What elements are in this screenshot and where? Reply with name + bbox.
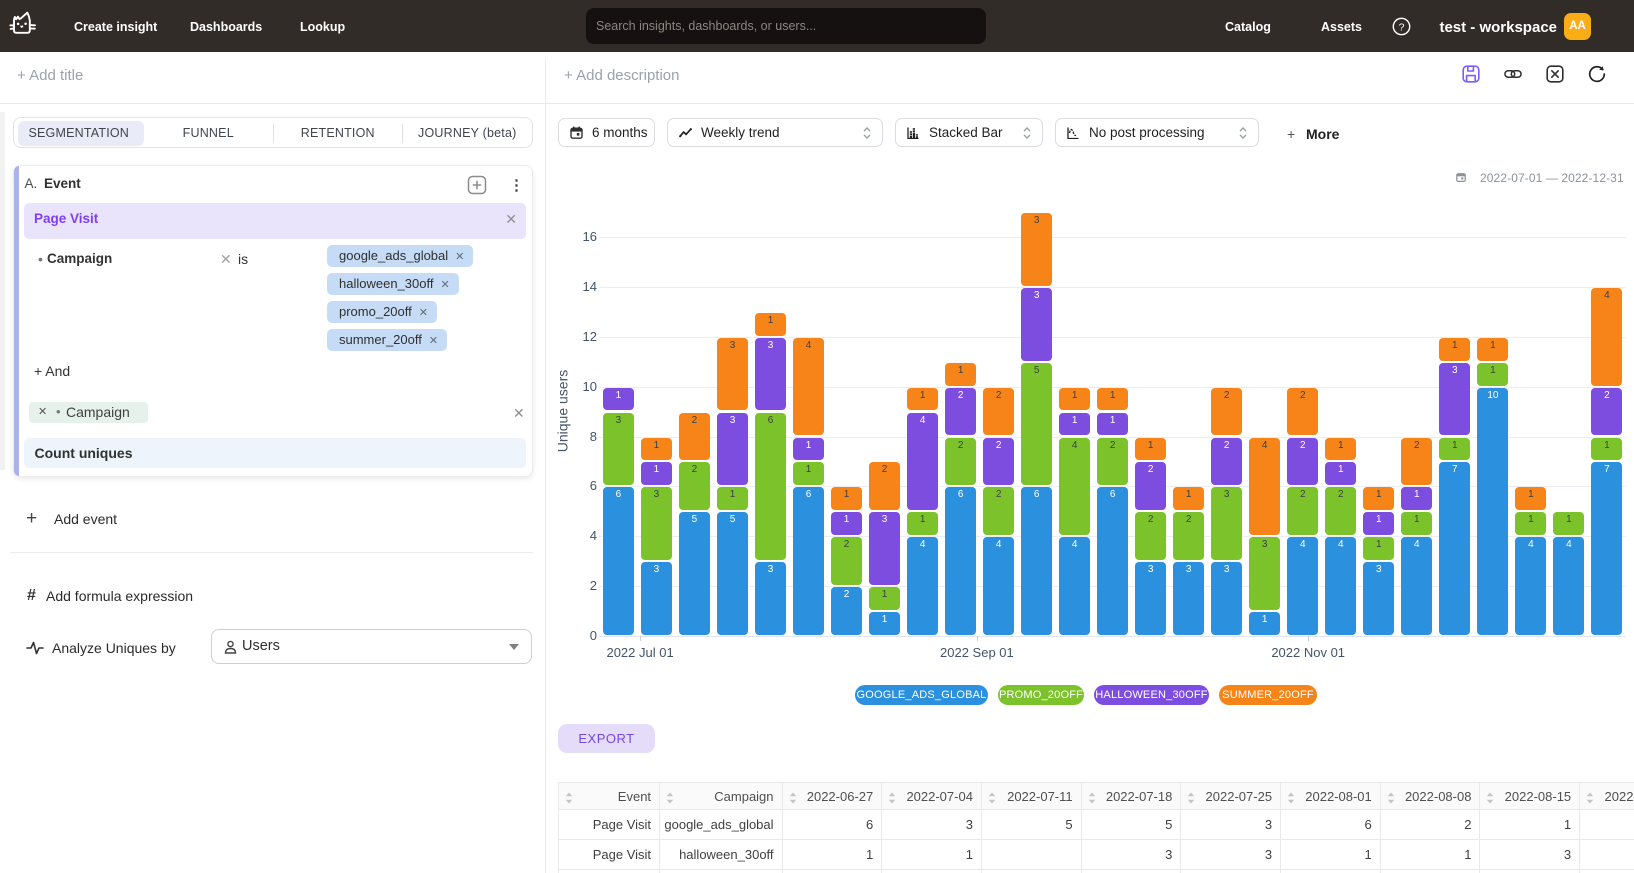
svg-text:?: ? (1399, 21, 1405, 33)
